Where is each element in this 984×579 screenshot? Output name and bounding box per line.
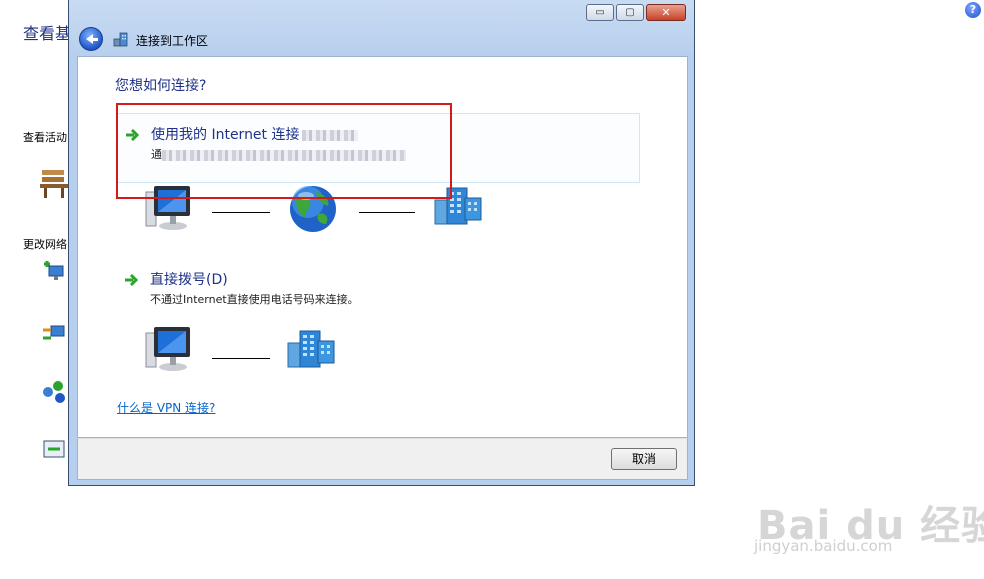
- option-internet-desc-prefix: 通: [151, 148, 162, 161]
- help-icon[interactable]: ?: [965, 2, 981, 18]
- vpn-help-link[interactable]: 什么是 VPN 连接?: [117, 399, 215, 416]
- computer-icon: [145, 327, 190, 371]
- background-section-change: 更改网络: [23, 238, 67, 251]
- workplace-building-icon: [287, 330, 335, 368]
- computer-icon: [145, 186, 190, 230]
- background-section-activity: 查看活动: [23, 131, 67, 144]
- window-title: 连接到工作区: [136, 34, 209, 48]
- maximize-icon: ▢: [625, 7, 635, 18]
- cancel-button[interactable]: 取消: [611, 448, 677, 470]
- dialog-content: 您想如何连接? 使用我的 Internet 连接 通 直接拨号(D) 不通过In…: [77, 56, 688, 438]
- watermark-url: jingyan.baidu.com: [754, 537, 893, 555]
- dialog-footer: 取消: [77, 438, 688, 480]
- option-dial-directly[interactable]: 直接拨号(D) 不通过Internet直接使用电话号码来连接。: [117, 265, 640, 306]
- minimize-icon: ▭: [595, 7, 605, 18]
- close-button[interactable]: ✕: [646, 4, 686, 21]
- option-use-internet[interactable]: 使用我的 Internet 连接 通: [117, 113, 640, 183]
- connect-question: 您想如何连接?: [115, 78, 207, 94]
- bench-icon: [38, 160, 70, 200]
- new-connection-icon[interactable]: [40, 258, 68, 286]
- blurred-text: [301, 129, 358, 141]
- green-arrow-icon: [126, 128, 139, 142]
- option-dial-title: 直接拨号(D): [150, 272, 228, 288]
- option-internet-title: 使用我的 Internet 连接: [151, 127, 300, 143]
- workplace-building-icon: [434, 187, 482, 225]
- blurred-description: [162, 149, 406, 161]
- caption-buttons: ▭ ▢ ✕: [586, 4, 686, 21]
- minimize-button[interactable]: ▭: [586, 4, 614, 21]
- homegroup-icon[interactable]: [40, 378, 68, 406]
- connector-line: [359, 212, 415, 213]
- troubleshoot-icon[interactable]: [40, 437, 68, 465]
- back-button[interactable]: [79, 27, 103, 51]
- maximize-button[interactable]: ▢: [616, 4, 644, 21]
- internet-globe-icon: [290, 186, 336, 232]
- background-page-title[interactable]: 查看基: [23, 20, 71, 44]
- option-dial-desc: 不通过Internet直接使用电话号码来连接。: [150, 293, 359, 306]
- connector-line: [212, 358, 270, 359]
- connect-network-icon[interactable]: [40, 318, 68, 346]
- close-icon: ✕: [661, 6, 671, 19]
- workplace-icon: [113, 31, 129, 47]
- green-arrow-icon: [125, 273, 138, 287]
- connect-workplace-window: ▭ ▢ ✕ 连接到工作区 您想如何连接? 使用我的 Internet 连接 通: [68, 0, 695, 486]
- connector-line: [212, 212, 270, 213]
